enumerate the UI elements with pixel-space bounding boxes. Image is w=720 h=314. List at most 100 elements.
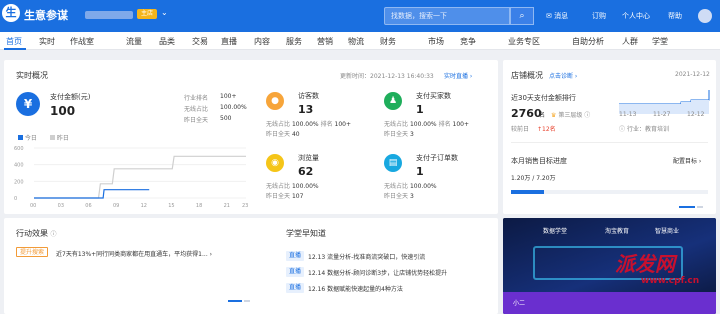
nav-content[interactable]: 内容	[254, 36, 270, 47]
tier-badge[interactable]: ♛ 第三层级 ⓘ	[551, 110, 590, 119]
diagnose-link[interactable]: 点击诊断 ›	[549, 71, 577, 80]
info-icon: ⓘ	[619, 126, 626, 133]
pageviews-value: 62	[298, 165, 314, 178]
nav-home[interactable]: 首页	[6, 36, 22, 47]
subscribe-link[interactable]: 订购	[592, 11, 606, 21]
mail-icon: ✉	[546, 12, 552, 20]
pageviews-label: 浏览量	[298, 154, 319, 162]
school-item-1[interactable]: 12.13 流量分析-找准商流突破口，快速引流	[308, 252, 425, 261]
brand-title[interactable]: 生意参谋	[24, 7, 68, 23]
nav-realtime[interactable]: 实时	[39, 36, 55, 47]
update-time: 更新时间：2021-12-13 16:40:33	[340, 73, 434, 80]
message-button[interactable]: ✉ 消息	[546, 11, 568, 21]
divider	[511, 142, 708, 143]
avatar[interactable]	[698, 9, 712, 23]
configure-target-link[interactable]: 配置目标 ›	[673, 156, 701, 165]
nav-self-analysis[interactable]: 自助分析	[572, 36, 604, 47]
x-tick-label: 21	[224, 203, 230, 209]
nav-live[interactable]: 直播	[221, 36, 237, 47]
eye-icon: ◉	[266, 154, 284, 172]
bottom-left-panel: 行动效果 ⓘ 提升搜索 近7天有13%+同行同类商家都在用直通车，平均获得1..…	[4, 218, 498, 314]
main-shop-badge: 主店	[137, 9, 158, 19]
yesterday-value: 500	[220, 115, 232, 122]
help-icon: ⓘ	[584, 112, 591, 119]
carousel-dot[interactable]	[244, 300, 250, 302]
effect-title: 行动效果 ⓘ	[16, 229, 57, 238]
visitors-icon: ●	[266, 92, 284, 110]
target-value: 1.20万 / 7.20万	[511, 175, 556, 182]
help-link[interactable]: 帮助	[668, 11, 682, 21]
target-title: 本月销售目标进度	[511, 157, 567, 165]
main-nav: 首页 实时 作战室 流量 品类 交易 直播 内容 服务 营销 物流 财务 市场 …	[0, 32, 720, 50]
top-bar: 生 生意参谋 主店 ⌄ 找数据，搜索一下 ⌕ ✉ 消息 订购 个人中心 帮助	[0, 0, 720, 32]
banner-logo-2: 淘宝教育	[605, 228, 630, 235]
buyers-label: 支付买家数	[416, 92, 451, 100]
x-tick-label: 09	[113, 203, 119, 209]
pay-amount-label: 支付金额(元)	[50, 93, 91, 101]
mini-x-3: 12-12	[687, 111, 705, 118]
nav-service[interactable]: 服务	[286, 36, 302, 47]
nav-competition[interactable]: 竞争	[460, 36, 476, 47]
personal-center-link[interactable]: 个人中心	[622, 11, 650, 21]
target-progress-track	[511, 190, 708, 194]
search-input[interactable]: 找数据，搜索一下	[384, 7, 510, 25]
shop-date: 2021-12-12	[675, 71, 710, 78]
banner-logo-1: 数据学堂	[543, 228, 568, 235]
shop-name-blurred[interactable]	[85, 11, 133, 19]
pay-amount-value: 100	[50, 104, 76, 118]
nav-finance[interactable]: 财务	[380, 36, 396, 47]
school-item-3[interactable]: 12.16 数据赋能快速起量的4种方法	[308, 284, 403, 293]
x-tick-label: 18	[196, 203, 202, 209]
mini-x-2: 11-27	[653, 111, 671, 118]
nav-active-indicator	[4, 48, 26, 50]
nav-traffic[interactable]: 流量	[126, 36, 142, 47]
y-tick-label: 400	[14, 163, 24, 169]
nav-war-room[interactable]: 作战室	[70, 36, 94, 47]
nav-school[interactable]: 学堂	[652, 36, 668, 47]
effect-chip: 提升搜索	[16, 247, 49, 257]
x-tick-label: 12	[141, 203, 147, 209]
industry-rank-label: 行业排名	[184, 95, 209, 102]
logo-icon[interactable]: 生	[2, 4, 20, 22]
promo-banner[interactable]: 数据学堂 淘宝教育 智慧商业 派发网 www.cpf.cn 小二	[503, 218, 716, 314]
carousel-dot-active[interactable]	[679, 206, 695, 208]
school-title: 学堂早知道	[286, 229, 326, 238]
nav-logistics[interactable]: 物流	[348, 36, 364, 47]
live-chip: 直播	[286, 267, 305, 277]
rank-unit: 名	[539, 112, 546, 119]
sub-orders-label: 支付子订单数	[416, 154, 458, 162]
carousel-dot-active[interactable]	[228, 300, 242, 302]
x-tick-label: 06	[85, 203, 91, 209]
carousel-dot[interactable]	[697, 206, 703, 208]
nav-market[interactable]: 市场	[428, 36, 444, 47]
nav-crowd[interactable]: 人群	[622, 36, 638, 47]
nav-marketing[interactable]: 营销	[317, 36, 333, 47]
order-icon: ▤	[384, 154, 402, 172]
search-icon[interactable]: ⌕	[510, 7, 534, 25]
nav-category[interactable]: 品类	[159, 36, 175, 47]
yen-icon: ¥	[16, 92, 40, 116]
y-tick-label: 0	[14, 196, 17, 202]
banner-footer: 小二	[503, 292, 716, 314]
watermark-text: 派发网	[615, 252, 675, 276]
crown-icon: ♛	[551, 112, 557, 119]
sub-orders-value: 1	[416, 165, 424, 178]
x-tick-label: 03	[58, 203, 64, 209]
school-item-2[interactable]: 12.14 数据分析-顾问诊断3步，让店铺优势轻松提升	[308, 268, 447, 277]
yesterday-label: 昨日全天	[184, 117, 209, 124]
nav-business-zone[interactable]: 业务专区	[508, 36, 540, 47]
visitors-label: 访客数	[298, 92, 319, 100]
realtime-live-link[interactable]: 实时直播 ›	[444, 71, 472, 80]
industry-label: ⓘ 行业：教育培训	[619, 126, 669, 133]
effect-text[interactable]: 近7天有13%+同行同类商家都在用直通车，平均获得1... ›	[56, 249, 212, 258]
wireless-ratio-value: 100.00%	[220, 104, 247, 111]
mini-x-1: 11-13	[619, 111, 637, 118]
help-icon: ⓘ	[50, 231, 57, 238]
banner-logo-3: 智慧商业	[655, 228, 680, 235]
legend-today: 今日	[18, 133, 37, 142]
x-tick-label: 00	[30, 203, 36, 209]
y-tick-label: 200	[14, 179, 24, 185]
chevron-down-icon[interactable]: ⌄	[161, 8, 168, 17]
nav-trade[interactable]: 交易	[192, 36, 208, 47]
buyers-icon: ♟	[384, 92, 402, 110]
